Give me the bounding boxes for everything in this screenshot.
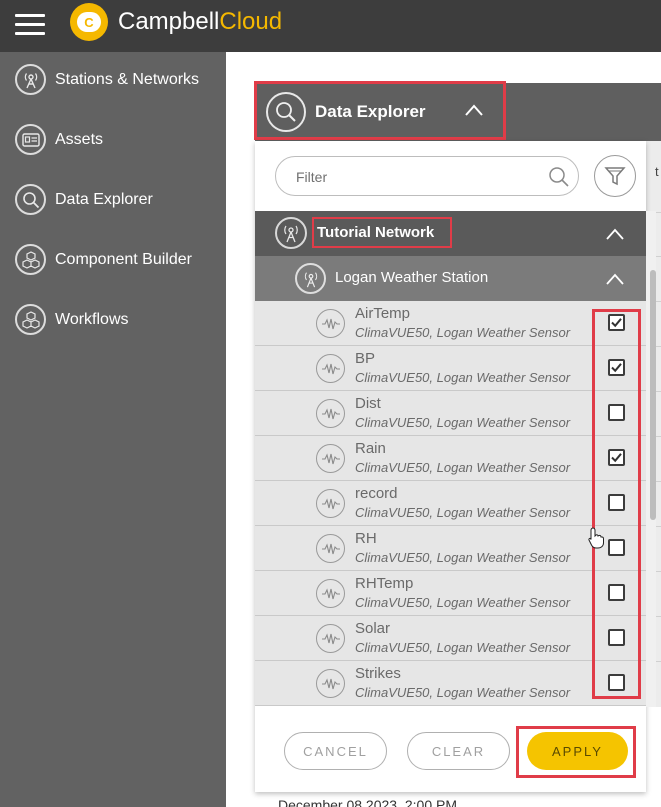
variable-source: ClimaVUE50, Logan Weather Sensor: [355, 460, 571, 475]
list-item[interactable]: Strikes ClimaVUE50, Logan Weather Sensor: [255, 661, 646, 706]
variable-name: Strikes: [355, 665, 401, 682]
list-item[interactable]: Rain ClimaVUE50, Logan Weather Sensor: [255, 436, 646, 481]
station-tower-icon: [295, 263, 326, 294]
search-icon: [15, 184, 46, 215]
variable-source: ClimaVUE50, Logan Weather Sensor: [355, 685, 571, 700]
panel-scrollbar-thumb[interactable]: [650, 270, 656, 520]
variable-name: AirTemp: [355, 305, 411, 322]
variable-source: ClimaVUE50, Logan Weather Sensor: [355, 550, 571, 565]
waveform-icon: [316, 399, 345, 428]
data-explorer-toggle[interactable]: Data Explorer: [254, 81, 506, 140]
hand-cursor-icon: [588, 527, 604, 549]
background-partial-text: t: [655, 164, 659, 179]
brand-main: Campbell: [118, 8, 220, 35]
waveform-icon: [316, 444, 345, 473]
sidebar: Stations & Networks Assets Data Explorer…: [0, 52, 226, 807]
chevron-up-icon[interactable]: [606, 228, 624, 240]
variable-name: record: [355, 485, 398, 502]
chevron-up-icon[interactable]: [606, 273, 624, 285]
filter-field: [275, 156, 579, 196]
brand-name: CampbellCloud: [118, 8, 282, 36]
data-explorer-title: Data Explorer: [315, 102, 426, 121]
apply-button[interactable]: APPLY: [527, 732, 628, 770]
sidebar-item-label: Data Explorer: [55, 191, 153, 208]
waveform-icon: [316, 354, 345, 383]
clear-button[interactable]: CLEAR: [407, 732, 510, 770]
filter-input[interactable]: [296, 167, 536, 187]
sidebar-item-label: Stations & Networks: [55, 71, 200, 88]
search-icon[interactable]: [548, 166, 570, 188]
search-icon: [266, 92, 306, 132]
sidebar-item-assets[interactable]: Assets: [0, 120, 226, 160]
variable-source: ClimaVUE50, Logan Weather Sensor: [355, 415, 571, 430]
network-label-box: Tutorial Network: [312, 217, 452, 248]
variable-name: RHTemp: [355, 575, 414, 592]
asset-card-icon: [15, 124, 46, 155]
variable-name: Rain: [355, 440, 386, 457]
logo-letter: C: [77, 12, 101, 32]
list-item[interactable]: Solar ClimaVUE50, Logan Weather Sensor: [255, 616, 646, 661]
list-item[interactable]: record ClimaVUE50, Logan Weather Sensor: [255, 481, 646, 526]
waveform-icon: [316, 669, 345, 698]
menu-icon[interactable]: [15, 14, 45, 36]
station-label: Logan Weather Station: [335, 269, 489, 286]
tree-network-row[interactable]: Tutorial Network: [255, 211, 646, 256]
variable-name: BP: [355, 350, 376, 367]
waveform-icon: [316, 489, 345, 518]
list-item[interactable]: Dist ClimaVUE50, Logan Weather Sensor: [255, 391, 646, 436]
chevron-up-icon: [465, 104, 483, 116]
variable-name: RH: [355, 530, 377, 547]
list-item[interactable]: AirTemp ClimaVUE50, Logan Weather Sensor: [255, 301, 646, 346]
campbell-logo-icon: C: [70, 3, 108, 41]
filter-funnel-button[interactable]: [594, 155, 636, 197]
waveform-icon: [316, 309, 345, 338]
variable-name: Solar: [355, 620, 391, 637]
variable-name: Dist: [355, 395, 381, 412]
waveform-icon: [316, 579, 345, 608]
variable-source: ClimaVUE50, Logan Weather Sensor: [355, 325, 571, 340]
tree-station-row[interactable]: Logan Weather Station: [255, 256, 646, 301]
sidebar-item-data-explorer[interactable]: Data Explorer: [0, 180, 226, 220]
waveform-icon: [316, 534, 345, 563]
sidebar-item-workflows[interactable]: Workflows: [0, 300, 226, 340]
brand-accent: Cloud: [219, 8, 283, 35]
background-date-text: December 08 2023, 2:00 PM: [278, 797, 457, 807]
network-tower-icon: [275, 217, 307, 249]
network-label: Tutorial Network: [317, 224, 435, 241]
list-item[interactable]: BP ClimaVUE50, Logan Weather Sensor: [255, 346, 646, 391]
sidebar-item-stations-networks[interactable]: Stations & Networks: [0, 60, 226, 100]
top-bar: C CampbellCloud: [0, 0, 661, 52]
sidebar-item-label: Assets: [55, 131, 104, 148]
variable-source: ClimaVUE50, Logan Weather Sensor: [355, 595, 571, 610]
sidebar-item-label: Component Builder: [55, 251, 192, 268]
funnel-icon: [604, 167, 626, 186]
variable-source: ClimaVUE50, Logan Weather Sensor: [355, 505, 571, 520]
cancel-button[interactable]: CANCEL: [284, 732, 387, 770]
cubes-icon: [15, 244, 46, 275]
variable-source: ClimaVUE50, Logan Weather Sensor: [355, 370, 571, 385]
radio-tower-icon: [15, 64, 46, 95]
workflow-cubes-icon: [15, 304, 46, 335]
waveform-icon: [316, 624, 345, 653]
sidebar-item-label: Workflows: [55, 311, 129, 328]
list-item[interactable]: RHTemp ClimaVUE50, Logan Weather Sensor: [255, 571, 646, 616]
sidebar-item-component-builder[interactable]: Component Builder: [0, 240, 226, 280]
checkbox-highlight-box: [592, 309, 641, 699]
variable-source: ClimaVUE50, Logan Weather Sensor: [355, 640, 571, 655]
